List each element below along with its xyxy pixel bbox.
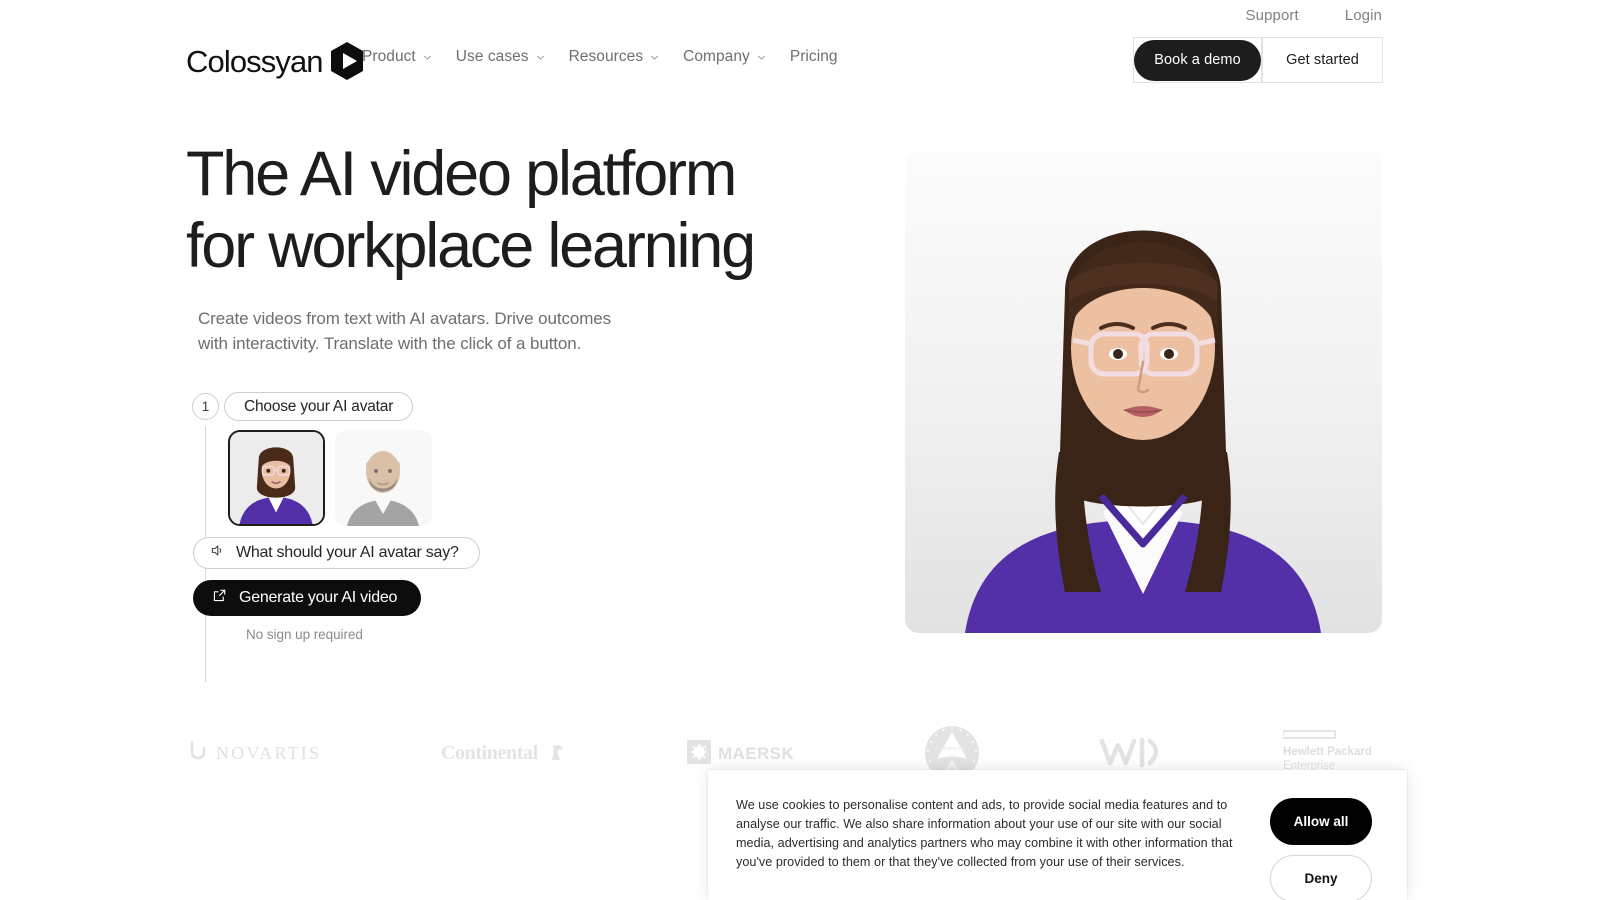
nav-label: Company bbox=[683, 48, 750, 65]
logo-wsp bbox=[1098, 735, 1168, 769]
get-started-button[interactable]: Get started bbox=[1262, 37, 1383, 83]
step-number-badge: 1 bbox=[192, 393, 219, 420]
cookie-actions: Allow all Deny bbox=[1270, 796, 1372, 900]
book-demo-button[interactable]: Book a demo bbox=[1134, 39, 1261, 81]
nav-item-company[interactable]: Company bbox=[683, 48, 766, 66]
nav-item-product[interactable]: Product bbox=[362, 48, 432, 66]
logo-hewlett-packard-enterprise: Hewlett Packard Enterprise bbox=[1282, 729, 1383, 775]
deny-button[interactable]: Deny bbox=[1270, 855, 1372, 900]
no-signup-note: No sign up required bbox=[246, 627, 363, 642]
logo-novartis: NOVARTIS bbox=[186, 738, 326, 766]
svg-text:Paramount: Paramount bbox=[939, 746, 965, 752]
generate-video-label: Generate your AI video bbox=[239, 589, 398, 606]
svg-text:Continental: Continental bbox=[441, 742, 539, 764]
brand-logo[interactable]: Colossyan bbox=[186, 41, 365, 81]
logo-continental: Continental bbox=[441, 738, 571, 766]
login-link[interactable]: Login bbox=[1345, 8, 1382, 23]
nav-item-use-cases[interactable]: Use cases bbox=[456, 48, 545, 66]
avatar-option-man-beard[interactable] bbox=[335, 430, 432, 526]
speaker-icon bbox=[210, 543, 225, 563]
avatar-script-placeholder: What should your AI avatar say? bbox=[236, 544, 459, 561]
colossyan-hexagon-play-logo-icon bbox=[329, 41, 365, 81]
nav-item-pricing[interactable]: Pricing bbox=[790, 48, 838, 66]
step-1-header: 1 Choose your AI avatar bbox=[192, 392, 662, 421]
support-link[interactable]: Support bbox=[1246, 8, 1299, 23]
hero-avatar-image bbox=[905, 152, 1382, 633]
logo-maersk: MAERSK bbox=[686, 737, 807, 767]
nav-label: Pricing bbox=[789, 48, 838, 65]
choose-avatar-pill[interactable]: Choose your AI avatar bbox=[224, 392, 414, 421]
nav-label: Product bbox=[362, 48, 416, 65]
cookie-message: We use cookies to personalise content an… bbox=[736, 798, 1233, 870]
page-title: The AI video platform for workplace lear… bbox=[186, 138, 826, 283]
headline-line-1: The AI video platform bbox=[186, 139, 737, 209]
external-link-icon bbox=[212, 588, 227, 608]
hero-subtitle: Create videos from text with AI avatars.… bbox=[198, 308, 612, 353]
chevron-down-icon bbox=[650, 53, 659, 62]
allow-all-button[interactable]: Allow all bbox=[1270, 798, 1372, 845]
nav-item-resources[interactable]: Resources bbox=[569, 48, 660, 66]
svg-text:NOVARTIS: NOVARTIS bbox=[216, 743, 321, 763]
utility-nav: Support Login bbox=[1246, 0, 1382, 30]
hero-text-block: The AI video platform for workplace lear… bbox=[186, 138, 826, 356]
brand-name: Colossyan bbox=[186, 43, 324, 79]
headline-line-2: for workplace learning bbox=[186, 211, 756, 282]
svg-text:Hewlett Packard: Hewlett Packard bbox=[1283, 746, 1372, 758]
nav-label: Resources bbox=[568, 48, 644, 65]
generate-video-button[interactable]: Generate your AI video bbox=[193, 580, 422, 616]
chevron-down-icon bbox=[536, 53, 545, 62]
header-actions: Book a demo Get started bbox=[1133, 37, 1383, 83]
chevron-down-icon bbox=[757, 53, 766, 62]
avatar-generator-widget: 1 Choose your AI avatar What should your… bbox=[192, 392, 662, 682]
nav-label: Use cases bbox=[455, 48, 529, 65]
book-demo-wrapper: Book a demo bbox=[1133, 37, 1262, 83]
chevron-down-icon bbox=[423, 53, 432, 62]
main-nav: Product Use cases Resources Company Pric… bbox=[362, 48, 838, 66]
avatar-option-woman-glasses[interactable] bbox=[228, 430, 325, 526]
site-header: Colossyan Product Use cases Resources Co… bbox=[0, 30, 1600, 92]
avatar-thumbnail-row bbox=[228, 430, 662, 526]
avatar-script-input[interactable]: What should your AI avatar say? bbox=[193, 537, 480, 569]
cookie-consent-banner: We use cookies to personalise content an… bbox=[708, 770, 1407, 900]
svg-text:MAERSK: MAERSK bbox=[718, 744, 794, 763]
